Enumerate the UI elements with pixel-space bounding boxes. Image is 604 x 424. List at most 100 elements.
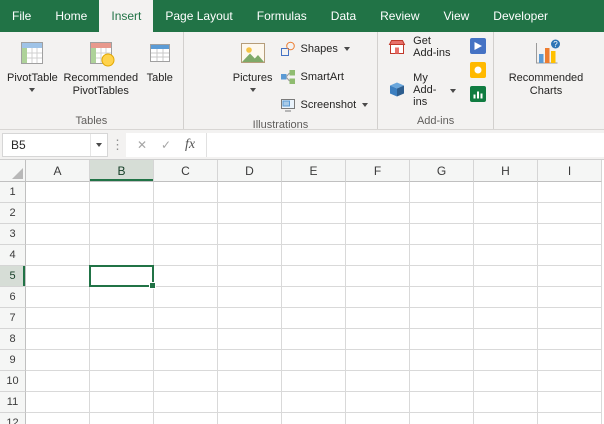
cell-B1[interactable] [90, 182, 154, 203]
cell-E10[interactable] [282, 371, 346, 392]
cell-B11[interactable] [90, 392, 154, 413]
row-header-6[interactable]: 6 [0, 287, 26, 308]
row-header-11[interactable]: 11 [0, 392, 26, 413]
addin-thumbnail-1[interactable] [470, 38, 486, 54]
cell-H9[interactable] [474, 350, 538, 371]
column-header-E[interactable]: E [282, 160, 346, 182]
cell-G4[interactable] [410, 245, 474, 266]
cell-C2[interactable] [154, 203, 218, 224]
recommended-charts-button[interactable]: ? Recommended Charts [505, 33, 587, 113]
cell-B5[interactable] [90, 266, 154, 287]
cell-B4[interactable] [90, 245, 154, 266]
cell-G7[interactable] [410, 308, 474, 329]
cell-I2[interactable] [538, 203, 602, 224]
cell-E1[interactable] [282, 182, 346, 203]
insert-function-button[interactable]: fx [178, 137, 202, 153]
cell-D12[interactable] [218, 413, 282, 424]
cell-E9[interactable] [282, 350, 346, 371]
column-header-B[interactable]: B [90, 160, 154, 182]
cell-F4[interactable] [346, 245, 410, 266]
cell-B12[interactable] [90, 413, 154, 424]
cell-I6[interactable] [538, 287, 602, 308]
row-header-12[interactable]: 12 [0, 413, 26, 424]
addin-thumbnail-3[interactable] [470, 86, 486, 102]
cell-A4[interactable] [26, 245, 90, 266]
cell-B6[interactable] [90, 287, 154, 308]
cell-D8[interactable] [218, 329, 282, 350]
column-header-F[interactable]: F [346, 160, 410, 182]
get-add-ins-button[interactable]: Get Add-ins [383, 33, 460, 61]
cell-C8[interactable] [154, 329, 218, 350]
cell-H6[interactable] [474, 287, 538, 308]
cell-A3[interactable] [26, 224, 90, 245]
cell-D7[interactable] [218, 308, 282, 329]
cell-F8[interactable] [346, 329, 410, 350]
recommended-pivottables-button[interactable]: Recommended PivotTables [62, 33, 140, 113]
name-box[interactable]: B5 [2, 133, 108, 157]
column-header-G[interactable]: G [410, 160, 474, 182]
row-header-9[interactable]: 9 [0, 350, 26, 371]
cell-E5[interactable] [282, 266, 346, 287]
row-header-1[interactable]: 1 [0, 182, 26, 203]
cell-A11[interactable] [26, 392, 90, 413]
cell-I11[interactable] [538, 392, 602, 413]
my-add-ins-button[interactable]: My Add-ins [383, 70, 460, 110]
cell-F11[interactable] [346, 392, 410, 413]
column-header-H[interactable]: H [474, 160, 538, 182]
cell-D2[interactable] [218, 203, 282, 224]
cell-C10[interactable] [154, 371, 218, 392]
cell-A5[interactable] [26, 266, 90, 287]
row-header-2[interactable]: 2 [0, 203, 26, 224]
cell-I10[interactable] [538, 371, 602, 392]
cell-A12[interactable] [26, 413, 90, 424]
tab-insert[interactable]: Insert [99, 0, 153, 32]
cell-B2[interactable] [90, 203, 154, 224]
tab-file[interactable]: File [0, 0, 43, 32]
cell-B8[interactable] [90, 329, 154, 350]
cell-A7[interactable] [26, 308, 90, 329]
cell-D1[interactable] [218, 182, 282, 203]
cell-C12[interactable] [154, 413, 218, 424]
cell-G6[interactable] [410, 287, 474, 308]
tab-data[interactable]: Data [319, 0, 368, 32]
cell-G8[interactable] [410, 329, 474, 350]
pictures-button[interactable]: Pictures [229, 33, 277, 113]
cell-G3[interactable] [410, 224, 474, 245]
cell-A10[interactable] [26, 371, 90, 392]
cell-H11[interactable] [474, 392, 538, 413]
row-header-7[interactable]: 7 [0, 308, 26, 329]
tab-home[interactable]: Home [43, 0, 99, 32]
cell-G1[interactable] [410, 182, 474, 203]
cell-A6[interactable] [26, 287, 90, 308]
cell-A1[interactable] [26, 182, 90, 203]
screenshot-button[interactable]: Screenshot [277, 92, 375, 117]
name-box-dropdown[interactable] [90, 134, 107, 156]
cell-F5[interactable] [346, 266, 410, 287]
cell-F7[interactable] [346, 308, 410, 329]
cell-H3[interactable] [474, 224, 538, 245]
cell-E12[interactable] [282, 413, 346, 424]
cell-E7[interactable] [282, 308, 346, 329]
cell-F3[interactable] [346, 224, 410, 245]
row-header-8[interactable]: 8 [0, 329, 26, 350]
cell-F6[interactable] [346, 287, 410, 308]
cell-C7[interactable] [154, 308, 218, 329]
column-header-A[interactable]: A [26, 160, 90, 182]
cell-G9[interactable] [410, 350, 474, 371]
cell-C6[interactable] [154, 287, 218, 308]
cell-E11[interactable] [282, 392, 346, 413]
formula-input[interactable] [206, 133, 604, 157]
cell-B10[interactable] [90, 371, 154, 392]
cell-B9[interactable] [90, 350, 154, 371]
row-header-5[interactable]: 5 [0, 266, 26, 287]
cell-D3[interactable] [218, 224, 282, 245]
cell-G12[interactable] [410, 413, 474, 424]
cancel-button[interactable]: ✕ [130, 138, 154, 152]
cell-H1[interactable] [474, 182, 538, 203]
cell-F12[interactable] [346, 413, 410, 424]
addin-thumbnail-2[interactable] [470, 62, 486, 78]
select-all-corner[interactable] [0, 160, 26, 182]
row-header-4[interactable]: 4 [0, 245, 26, 266]
cell-F9[interactable] [346, 350, 410, 371]
cell-B7[interactable] [90, 308, 154, 329]
